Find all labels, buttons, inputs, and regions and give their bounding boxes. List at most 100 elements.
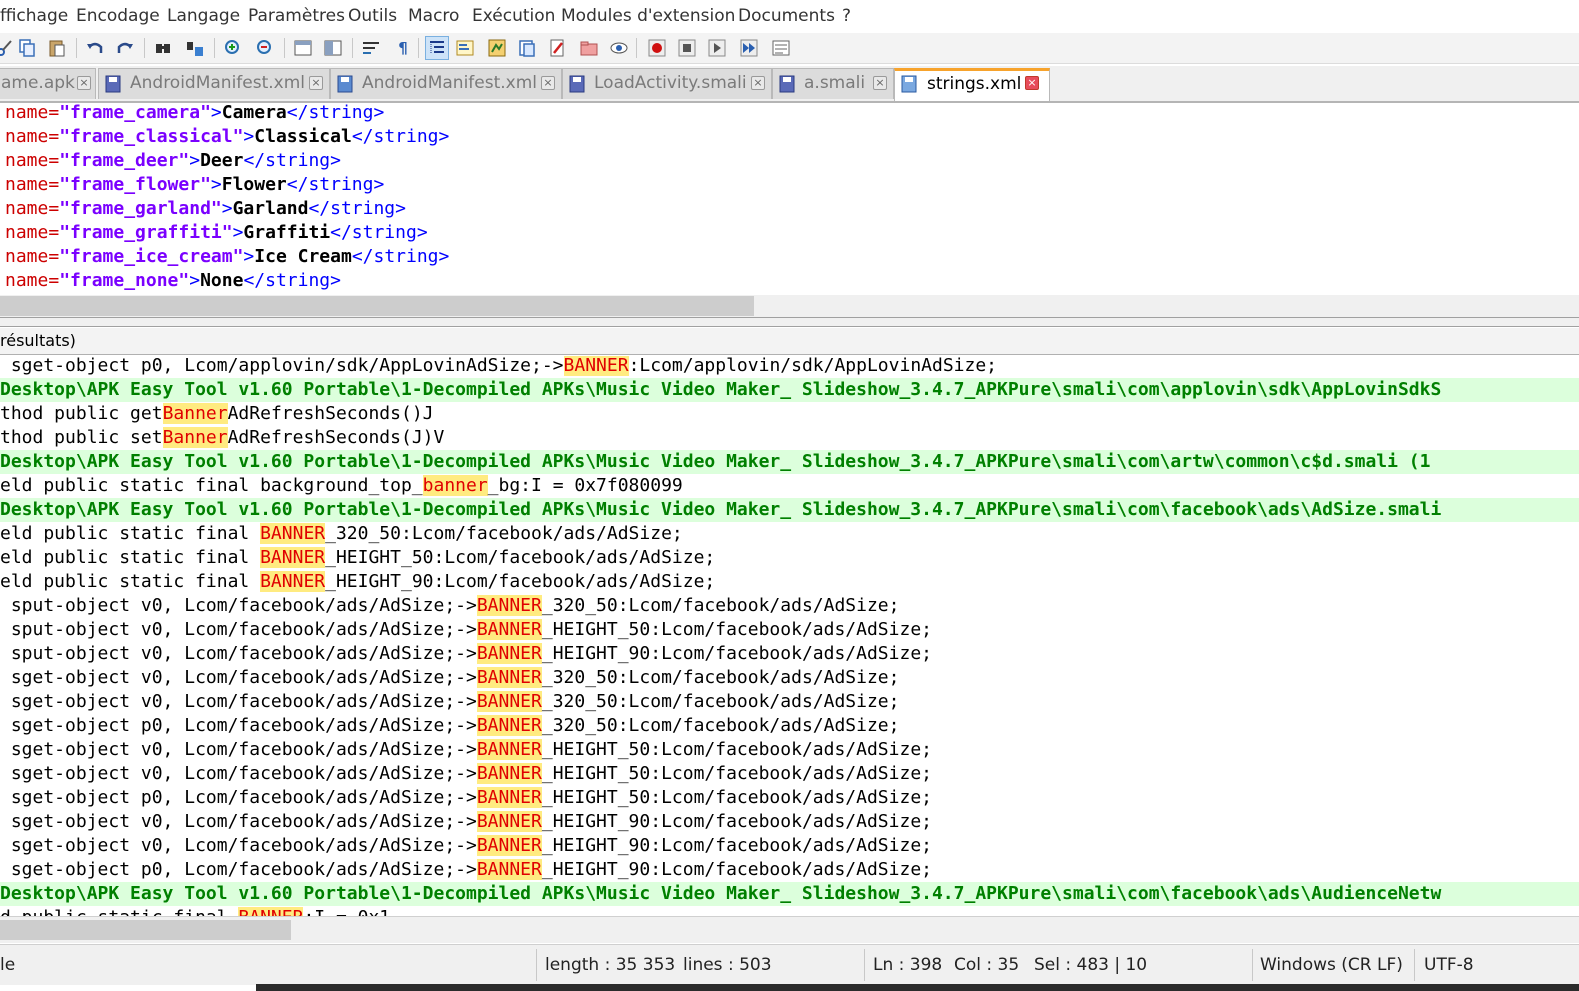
pane-splitter[interactable] bbox=[0, 317, 1579, 327]
replace-icon[interactable] bbox=[184, 37, 206, 59]
match-highlight: BANNER bbox=[476, 643, 542, 664]
editor-pane[interactable]: name="frame_camera">Camera</string> name… bbox=[0, 103, 1579, 295]
result-text: sget-object v0, Lcom/facebook/ads/AdSize… bbox=[0, 739, 477, 760]
zoom-in-icon[interactable] bbox=[222, 37, 244, 59]
save-macro-icon[interactable] bbox=[770, 37, 792, 59]
menu-help[interactable]: ? bbox=[842, 6, 851, 26]
result-text: sget-object v0, Lcom/facebook/ads/AdSize… bbox=[0, 811, 477, 832]
cut-icon[interactable] bbox=[0, 37, 16, 59]
close-icon[interactable]: × bbox=[77, 76, 91, 90]
result-text: _bg:I = 0x7f080099 bbox=[487, 475, 683, 496]
result-line[interactable]: sget-object v0, Lcom/facebook/ads/AdSize… bbox=[0, 690, 1579, 714]
result-line[interactable]: sget-object p0, Lcom/facebook/ads/AdSize… bbox=[0, 786, 1579, 810]
result-line[interactable]: sget-object v0, Lcom/facebook/ads/AdSize… bbox=[0, 666, 1579, 690]
result-line[interactable]: sget-object v0, Lcom/facebook/ads/AdSize… bbox=[0, 738, 1579, 762]
menu-outils[interactable]: Outils bbox=[348, 6, 397, 26]
tab-strings-xml[interactable]: strings.xml × bbox=[894, 68, 1050, 101]
result-line[interactable]: eld public static final BANNER_HEIGHT_50… bbox=[0, 546, 1579, 570]
menu-parametres[interactable]: Paramètres bbox=[248, 6, 345, 26]
result-line[interactable]: sget-object v0, Lcom/facebook/ads/AdSize… bbox=[0, 810, 1579, 834]
result-text: _HEIGHT_90:Lcom/facebook/ads/AdSize; bbox=[541, 811, 932, 832]
result-line[interactable]: eld public static final BANNER_HEIGHT_90… bbox=[0, 570, 1579, 594]
result-file-header[interactable]: Desktop\APK Easy Tool v1.60 Portable\1-D… bbox=[0, 882, 1579, 906]
match-highlight: BANNER bbox=[476, 667, 542, 688]
result-line[interactable]: d public static final BANNER:I = 0x1 bbox=[0, 906, 1579, 916]
paste-icon[interactable] bbox=[46, 37, 68, 59]
result-line[interactable]: sget-object v0, Lcom/facebook/ads/AdSize… bbox=[0, 834, 1579, 858]
record-macro-icon[interactable] bbox=[646, 37, 668, 59]
result-file-header[interactable]: Desktop\APK Easy Tool v1.60 Portable\1-D… bbox=[0, 498, 1579, 522]
menu-affichage[interactable]: ffichage bbox=[0, 6, 68, 26]
close-icon[interactable]: × bbox=[1025, 76, 1039, 90]
copy-icon[interactable] bbox=[16, 37, 38, 59]
result-text: _HEIGHT_50:Lcom/facebook/ads/AdSize; bbox=[325, 547, 716, 568]
sync-vertical-icon[interactable] bbox=[292, 37, 314, 59]
show-all-chars-icon[interactable]: ¶ bbox=[392, 37, 414, 59]
tab-file-1[interactable]: ame.apk × bbox=[0, 68, 96, 99]
open-folder-icon[interactable] bbox=[578, 37, 600, 59]
result-line[interactable]: eld public static final BANNER_320_50:Lc… bbox=[0, 522, 1579, 546]
menu-execution[interactable]: Exécution bbox=[472, 6, 555, 26]
menu-modules[interactable]: Modules d'extension bbox=[561, 6, 735, 26]
close-icon[interactable]: × bbox=[541, 76, 555, 90]
redo-icon[interactable] bbox=[114, 37, 136, 59]
tab-file-5[interactable]: a.smali × bbox=[772, 68, 894, 99]
monitoring-icon[interactable] bbox=[547, 37, 569, 59]
tab-label: a.smali bbox=[804, 73, 866, 93]
result-file-header[interactable]: Desktop\APK Easy Tool v1.60 Portable\1-D… bbox=[0, 450, 1579, 474]
run-macro-multiple-icon[interactable] bbox=[738, 37, 760, 59]
menu-macro[interactable]: Macro bbox=[408, 6, 459, 26]
scrollbar-thumb[interactable] bbox=[0, 296, 754, 316]
stop-record-icon[interactable] bbox=[676, 37, 698, 59]
result-line[interactable]: thod public setBannerAdRefreshSeconds(J)… bbox=[0, 426, 1579, 450]
close-icon[interactable]: × bbox=[309, 76, 323, 90]
indent-guide-icon[interactable] bbox=[425, 36, 449, 60]
find-icon[interactable] bbox=[152, 37, 174, 59]
result-line[interactable]: sput-object v0, Lcom/facebook/ads/AdSize… bbox=[0, 618, 1579, 642]
close-icon[interactable]: × bbox=[873, 76, 887, 90]
word-wrap-icon[interactable] bbox=[360, 37, 382, 59]
save-icon bbox=[337, 75, 353, 93]
scrollbar-thumb[interactable] bbox=[0, 920, 291, 940]
toolbar: ¶ bbox=[0, 33, 1579, 64]
match-highlight: BANNER bbox=[476, 595, 542, 616]
result-line[interactable]: sget-object p0, Lcom/applovin/sdk/AppLov… bbox=[0, 356, 1579, 378]
result-line[interactable]: sput-object v0, Lcom/facebook/ads/AdSize… bbox=[0, 594, 1579, 618]
search-results-pane[interactable]: sget-object p0, Lcom/applovin/sdk/AppLov… bbox=[0, 356, 1579, 916]
menu-encodage[interactable]: Encodage bbox=[76, 6, 160, 26]
tab-label: LoadActivity.smali bbox=[594, 73, 747, 93]
close-icon[interactable]: × bbox=[751, 76, 765, 90]
function-list-icon[interactable] bbox=[454, 37, 476, 59]
status-bar: le length : 35 353 lines : 503 Ln : 398 … bbox=[0, 944, 1579, 985]
zoom-out-icon[interactable] bbox=[254, 37, 276, 59]
results-horizontal-scrollbar[interactable] bbox=[0, 916, 1579, 943]
undo-icon[interactable] bbox=[84, 37, 106, 59]
result-line[interactable]: sget-object p0, Lcom/facebook/ads/AdSize… bbox=[0, 714, 1579, 738]
result-text: sget-object p0, Lcom/facebook/ads/AdSize… bbox=[0, 715, 477, 736]
play-macro-icon[interactable] bbox=[706, 37, 728, 59]
eye-icon[interactable] bbox=[608, 37, 630, 59]
editor-horizontal-scrollbar[interactable] bbox=[0, 295, 1579, 317]
folder-workspace-icon[interactable] bbox=[516, 37, 538, 59]
result-text: _HEIGHT_50:Lcom/facebook/ads/AdSize; bbox=[541, 739, 932, 760]
result-line[interactable]: sget-object p0, Lcom/facebook/ads/AdSize… bbox=[0, 858, 1579, 882]
match-highlight: BANNER bbox=[260, 571, 326, 592]
result-line[interactable]: sget-object v0, Lcom/facebook/ads/AdSize… bbox=[0, 762, 1579, 786]
document-map-icon[interactable] bbox=[486, 37, 508, 59]
menu-langage[interactable]: Langage bbox=[167, 6, 240, 26]
status-line-number: Ln : 398 bbox=[873, 955, 943, 975]
result-line[interactable]: sput-object v0, Lcom/facebook/ads/AdSize… bbox=[0, 642, 1579, 666]
tab-file-3[interactable]: AndroidManifest.xml × bbox=[330, 68, 562, 99]
result-line[interactable]: eld public static final background_top_b… bbox=[0, 474, 1579, 498]
tab-file-2[interactable]: AndroidManifest.xml × bbox=[98, 68, 330, 99]
result-line[interactable]: thod public getBannerAdRefreshSeconds()J bbox=[0, 402, 1579, 426]
result-text: sget-object v0, Lcom/facebook/ads/AdSize… bbox=[0, 667, 477, 688]
code-line: name="frame_camera">Camera</string> bbox=[5, 103, 385, 123]
sync-horizontal-icon[interactable] bbox=[322, 37, 344, 59]
tab-file-4[interactable]: LoadActivity.smali × bbox=[562, 68, 772, 99]
result-file-header[interactable]: Desktop\APK Easy Tool v1.60 Portable\1-D… bbox=[0, 378, 1579, 402]
status-length: length : 35 353 bbox=[545, 955, 676, 975]
status-file-type: le bbox=[0, 955, 16, 975]
result-text: sget-object p0, Lcom/facebook/ads/AdSize… bbox=[0, 787, 477, 808]
menu-documents[interactable]: Documents bbox=[738, 6, 835, 26]
